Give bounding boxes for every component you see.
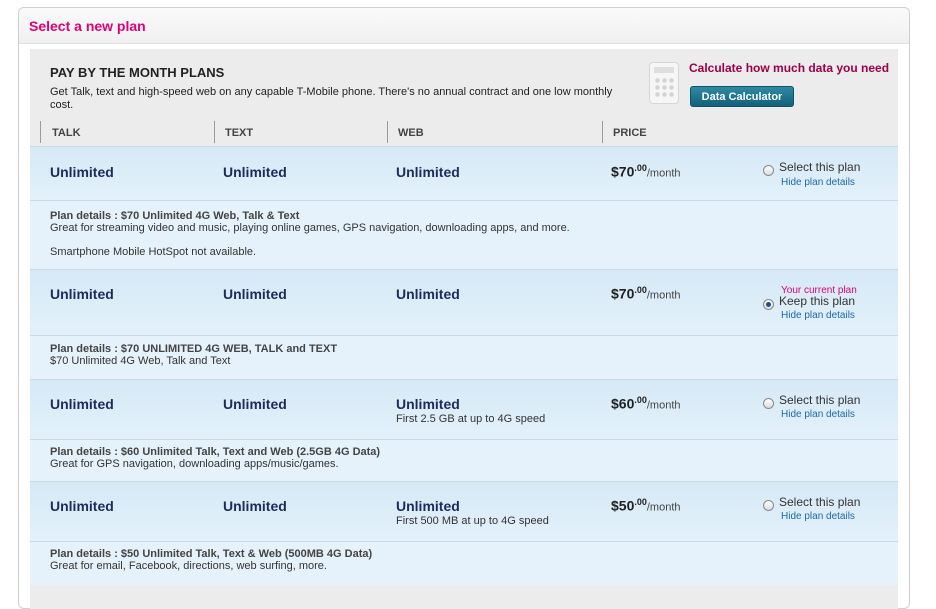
plan-radio[interactable]	[763, 165, 774, 176]
hide-plan-details-link[interactable]: Hide plan details	[781, 409, 855, 420]
column-divider	[214, 121, 215, 143]
price-period: /month	[646, 289, 681, 302]
plan-details: Plan details : $50 Unlimited Talk, Text …	[30, 541, 898, 585]
column-divider	[387, 121, 388, 143]
plan-details-title: Plan details : $70 UNLIMITED 4G WEB, TAL…	[50, 343, 338, 355]
plan-details: Plan details : $70 UNLIMITED 4G WEB, TAL…	[30, 335, 898, 380]
text-value: Unlimited	[223, 396, 287, 412]
plan-details-text: $70 Unlimited 4G Web, Talk and Text	[50, 355, 231, 367]
plan-radio[interactable]	[763, 398, 774, 409]
plan-details-title: Plan details : $50 Unlimited Talk, Text …	[50, 548, 373, 560]
plan-price: $60.00/month	[611, 395, 681, 412]
talk-value: Unlimited	[50, 164, 114, 180]
text-value: Unlimited	[223, 286, 287, 302]
plan-details: Plan details : $60 Unlimited Talk, Text …	[30, 439, 898, 482]
text-value: Unlimited	[223, 498, 287, 514]
plan-radio[interactable]	[763, 500, 774, 511]
price-cents: .00	[634, 395, 647, 405]
column-header-talk: TALK	[52, 127, 81, 139]
price-amount: $70	[611, 285, 635, 302]
web-note: First 2.5 GB at up to 4G speed	[396, 413, 546, 425]
data-calculator-button[interactable]: Data Calculator	[690, 86, 794, 107]
column-header-price: PRICE	[613, 127, 647, 139]
plans-heading: PAY BY THE MONTH PLANS	[50, 65, 225, 80]
price-amount: $50	[611, 497, 635, 514]
plan-details-text: Great for GPS navigation, downloading ap…	[50, 458, 339, 470]
plans-section: PAY BY THE MONTH PLANS Get Talk, text an…	[30, 49, 898, 609]
price-period: /month	[646, 399, 681, 412]
price-cents: .00	[634, 163, 647, 173]
plan-details: Plan details : $70 Unlimited 4G Web, Tal…	[30, 200, 898, 270]
web-value: Unlimited	[396, 286, 460, 302]
calculator-icon	[649, 62, 679, 104]
column-divider	[602, 121, 603, 143]
keep-plan-label[interactable]: Keep this plan	[779, 294, 855, 308]
select-plan-label[interactable]: Select this plan	[779, 495, 860, 509]
price-period: /month	[646, 501, 681, 514]
plan-row: Unlimited Unlimited Unlimited $70.00/mon…	[30, 146, 898, 201]
web-value: Unlimited	[396, 396, 460, 412]
panel-title: Select a new plan	[29, 18, 146, 34]
plans-description: Get Talk, text and high-speed web on any…	[50, 86, 613, 111]
price-cents: .00	[634, 497, 647, 507]
plan-details-title: Plan details : $70 Unlimited 4G Web, Tal…	[50, 210, 300, 222]
plan-radio[interactable]	[763, 299, 774, 310]
plan-row: Unlimited Unlimited Unlimited $70.00/mon…	[30, 269, 898, 336]
talk-value: Unlimited	[50, 498, 114, 514]
web-note: First 500 MB at up to 4G speed	[396, 515, 549, 527]
hide-plan-details-link[interactable]: Hide plan details	[781, 310, 855, 321]
plan-price: $70.00/month	[611, 285, 681, 302]
plan-price: $50.00/month	[611, 497, 681, 514]
text-value: Unlimited	[223, 164, 287, 180]
price-amount: $70	[611, 163, 635, 180]
panel-header	[19, 8, 909, 44]
price-period: /month	[646, 167, 681, 180]
plan-details-title: Plan details : $60 Unlimited Talk, Text …	[50, 446, 381, 458]
hide-plan-details-link[interactable]: Hide plan details	[781, 177, 855, 188]
select-plan-panel: Select a new plan PAY BY THE MONTH PLANS…	[18, 7, 910, 609]
price-amount: $60	[611, 395, 635, 412]
talk-value: Unlimited	[50, 396, 114, 412]
column-header-web: WEB	[398, 127, 424, 139]
plan-row: Unlimited Unlimited Unlimited First 500 …	[30, 481, 898, 542]
web-value: Unlimited	[396, 498, 460, 514]
plan-row: Unlimited Unlimited Unlimited First 2.5 …	[30, 379, 898, 440]
web-value: Unlimited	[396, 164, 460, 180]
plan-details-text: Great for streaming video and music, pla…	[50, 222, 570, 234]
select-plan-label[interactable]: Select this plan	[779, 393, 860, 407]
plan-price: $70.00/month	[611, 163, 681, 180]
select-plan-label[interactable]: Select this plan	[779, 160, 860, 174]
calculator-title: Calculate how much data you need	[689, 61, 890, 75]
column-header-text: TEXT	[225, 127, 254, 139]
plan-details-text: Smartphone Mobile HotSpot not available.	[50, 246, 257, 258]
plan-details-text: Great for email, Facebook, directions, w…	[50, 560, 327, 572]
column-divider	[40, 121, 41, 143]
price-cents: .00	[634, 285, 647, 295]
talk-value: Unlimited	[50, 286, 114, 302]
hide-plan-details-link[interactable]: Hide plan details	[781, 511, 855, 522]
